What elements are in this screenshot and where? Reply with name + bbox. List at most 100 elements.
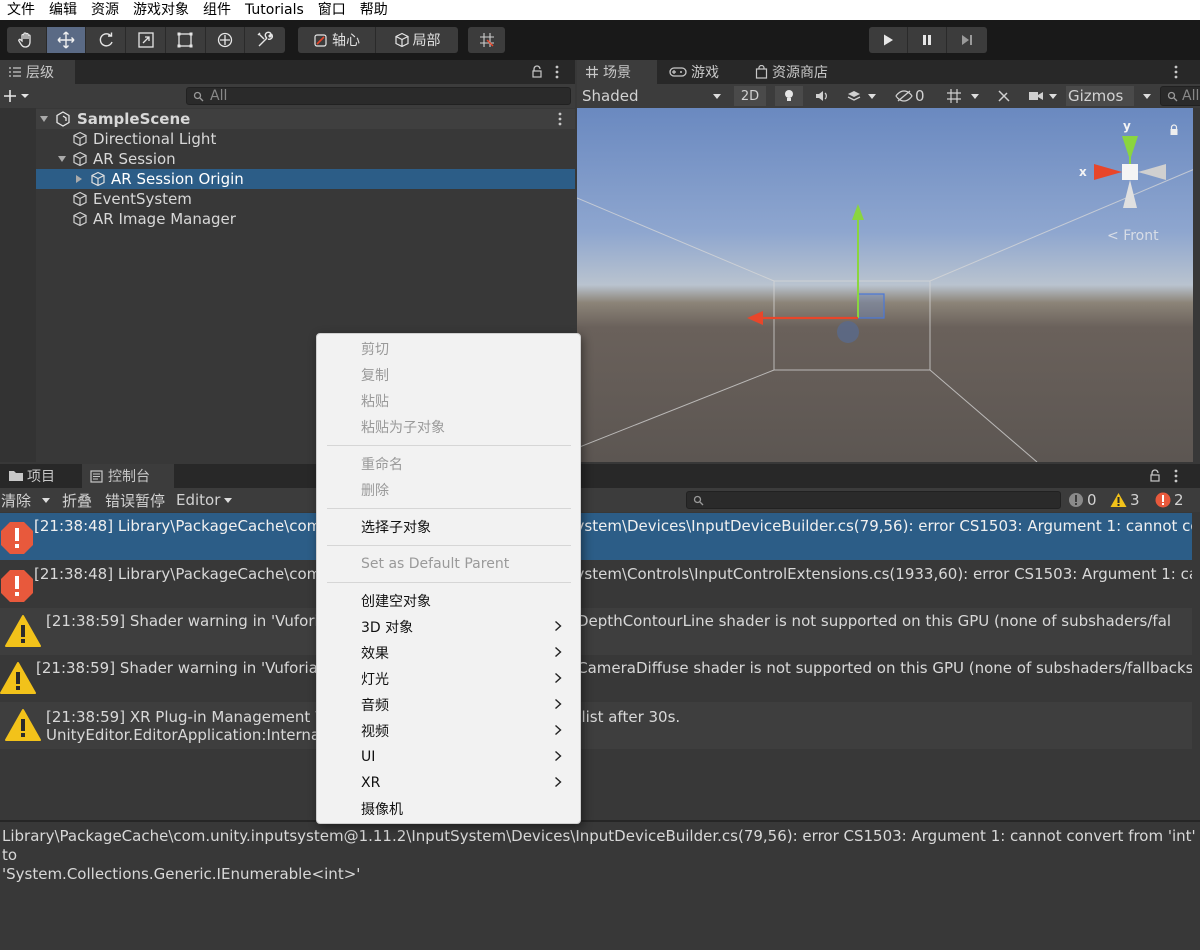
view-direction-label[interactable]: < Front xyxy=(1107,228,1159,244)
hierarchy-item-directional-light[interactable]: Directional Light xyxy=(0,129,575,149)
scene-header-row[interactable]: SampleScene xyxy=(0,109,575,129)
custom-tool-button[interactable] xyxy=(245,27,285,53)
console-splitter[interactable] xyxy=(0,820,1200,822)
audio-toggle[interactable] xyxy=(809,86,835,106)
chevron-right-icon[interactable] xyxy=(75,174,83,184)
menu-item-set-default-parent[interactable]: Set as Default Parent xyxy=(317,552,580,576)
menu-item-ui[interactable]: UI xyxy=(317,745,580,769)
tools-toggle[interactable] xyxy=(991,86,1017,106)
move-tool-button[interactable] xyxy=(46,27,87,53)
camera-dropdown[interactable] xyxy=(1023,86,1063,106)
tab-asset-store[interactable]: 资源商店 xyxy=(747,60,847,84)
chevron-down-icon[interactable] xyxy=(39,115,49,123)
chevron-down-icon[interactable] xyxy=(57,155,67,163)
console-row[interactable]: [21:38:48] Library\PackageCache\com.unit… xyxy=(0,513,1192,560)
tab-console[interactable]: 控制台 xyxy=(82,464,174,488)
menu-item-label: 删除 xyxy=(361,483,389,499)
grid-dropdown[interactable] xyxy=(939,86,987,106)
menu-component[interactable]: 组件 xyxy=(196,1,238,19)
console-search-input[interactable] xyxy=(686,491,1061,509)
gizmos-toggle[interactable]: Gizmos xyxy=(1066,86,1134,106)
menu-item-create-empty[interactable]: 创建空对象 xyxy=(317,589,580,613)
menu-edit[interactable]: 编辑 xyxy=(42,1,84,19)
warning-filter-toggle[interactable]: 3 xyxy=(1110,490,1146,510)
rotate-tool-button[interactable] xyxy=(86,27,127,53)
menu-window[interactable]: 窗口 xyxy=(311,1,353,19)
menu-item-label: 视频 xyxy=(361,724,389,740)
error-filter-toggle[interactable]: 2 xyxy=(1155,490,1191,510)
scene-search-input[interactable]: All xyxy=(1160,86,1200,106)
scale-tool-button[interactable] xyxy=(126,27,166,53)
scene-visibility-toggle[interactable]: 0 xyxy=(895,86,935,106)
menu-help[interactable]: 帮助 xyxy=(353,1,395,19)
scene-object-marker[interactable] xyxy=(837,321,859,343)
menu-item-video[interactable]: 视频 xyxy=(317,719,580,743)
scene-viewport[interactable]: y x < Front xyxy=(577,108,1200,462)
play-button[interactable] xyxy=(869,27,908,53)
pivot-toggle[interactable]: 轴心 xyxy=(298,27,376,53)
console-row[interactable]: [21:38:59] Shader warning in 'Vuforia/UR… xyxy=(0,655,1192,702)
scene-menu-icon[interactable] xyxy=(558,112,562,126)
lock-icon[interactable] xyxy=(531,65,543,79)
gizmo-x-label: x xyxy=(1079,165,1087,179)
menu-item-cut[interactable]: 剪切 xyxy=(317,337,580,361)
panel-menu-icon[interactable] xyxy=(1174,65,1178,79)
menu-item-xr[interactable]: XR xyxy=(317,771,580,795)
shading-mode-dropdown[interactable]: Shaded xyxy=(577,86,727,106)
menu-item-delete[interactable]: 删除 xyxy=(317,478,580,502)
menu-item-effects[interactable]: 效果 xyxy=(317,641,580,665)
menu-item-light[interactable]: 灯光 xyxy=(317,667,580,691)
menu-item-rename[interactable]: 重命名 xyxy=(317,452,580,476)
menu-assets[interactable]: 资源 xyxy=(84,1,126,19)
menu-item-paste[interactable]: 粘贴 xyxy=(317,389,580,413)
folder-icon xyxy=(9,471,23,481)
hierarchy-item-ar-session-origin[interactable]: AR Session Origin xyxy=(0,169,575,189)
lock-icon[interactable] xyxy=(1149,469,1161,483)
tab-game[interactable]: 游戏 xyxy=(661,60,741,84)
hand-tool-button[interactable] xyxy=(7,27,47,53)
menu-tutorials[interactable]: Tutorials xyxy=(238,1,311,19)
console-row[interactable]: [21:38:59] XR Plug-in Management Was una… xyxy=(0,702,1192,749)
menu-item-3d-object[interactable]: 3D 对象 xyxy=(317,615,580,639)
collapse-toggle[interactable]: 折叠 xyxy=(62,490,100,510)
console-detail-view: Library\PackageCache\com.unity.inputsyst… xyxy=(0,827,1200,884)
rect-icon xyxy=(177,32,193,48)
clear-label: 清除 xyxy=(1,491,32,510)
pause-button[interactable] xyxy=(908,27,947,53)
tab-hierarchy[interactable]: 层级 xyxy=(0,60,75,84)
hierarchy-item-eventsystem[interactable]: EventSystem xyxy=(0,189,575,209)
hierarchy-item-ar-image-manager[interactable]: AR Image Manager xyxy=(0,209,575,229)
grid-snap-button[interactable] xyxy=(468,27,505,53)
menu-item-audio[interactable]: 音频 xyxy=(317,693,580,717)
info-filter-toggle[interactable]: 0 xyxy=(1068,490,1104,510)
panel-menu-icon[interactable] xyxy=(1174,469,1178,483)
error-pause-toggle[interactable]: 错误暂停 xyxy=(105,490,175,510)
menu-file[interactable]: 文件 xyxy=(0,1,42,19)
hierarchy-search-input[interactable]: All xyxy=(186,87,571,105)
tab-scene[interactable]: 场景 xyxy=(577,60,657,84)
panel-menu-icon[interactable] xyxy=(555,65,559,79)
2d-toggle[interactable]: 2D xyxy=(734,86,766,106)
clear-button[interactable]: 清除 xyxy=(0,490,58,510)
menu-item-select-children[interactable]: 选择子对象 xyxy=(317,515,580,539)
menu-item-camera[interactable]: 摄像机 xyxy=(317,797,580,821)
create-button[interactable] xyxy=(3,87,37,105)
console-row[interactable]: [21:38:59] Shader warning in 'Vuforia/De… xyxy=(0,608,1192,655)
lighting-toggle[interactable] xyxy=(775,86,803,106)
menu-item-copy[interactable]: 复制 xyxy=(317,363,580,387)
rect-tool-button[interactable] xyxy=(166,27,206,53)
tab-project[interactable]: 项目 xyxy=(0,464,80,488)
menu-item-label: UI xyxy=(361,749,376,765)
menu-item-paste-as-child[interactable]: 粘贴为子对象 xyxy=(317,415,580,439)
console-message: [21:38:48] Library\PackageCache\com.unit… xyxy=(34,517,1192,535)
editor-target-dropdown[interactable]: Editor xyxy=(176,490,240,510)
menu-gameobject[interactable]: 游戏对象 xyxy=(126,1,196,19)
scene-tab-bar: 场景 游戏 资源商店 xyxy=(577,60,1200,84)
console-row[interactable]: [21:38:48] Library\PackageCache\com.unit… xyxy=(0,561,1192,608)
effects-dropdown[interactable] xyxy=(841,86,883,106)
gizmos-dropdown[interactable] xyxy=(1136,86,1158,106)
transform-tool-button[interactable] xyxy=(206,27,246,53)
hierarchy-item-ar-session[interactable]: AR Session xyxy=(0,149,575,169)
step-button[interactable] xyxy=(947,27,987,53)
local-toggle[interactable]: 局部 xyxy=(376,27,458,53)
